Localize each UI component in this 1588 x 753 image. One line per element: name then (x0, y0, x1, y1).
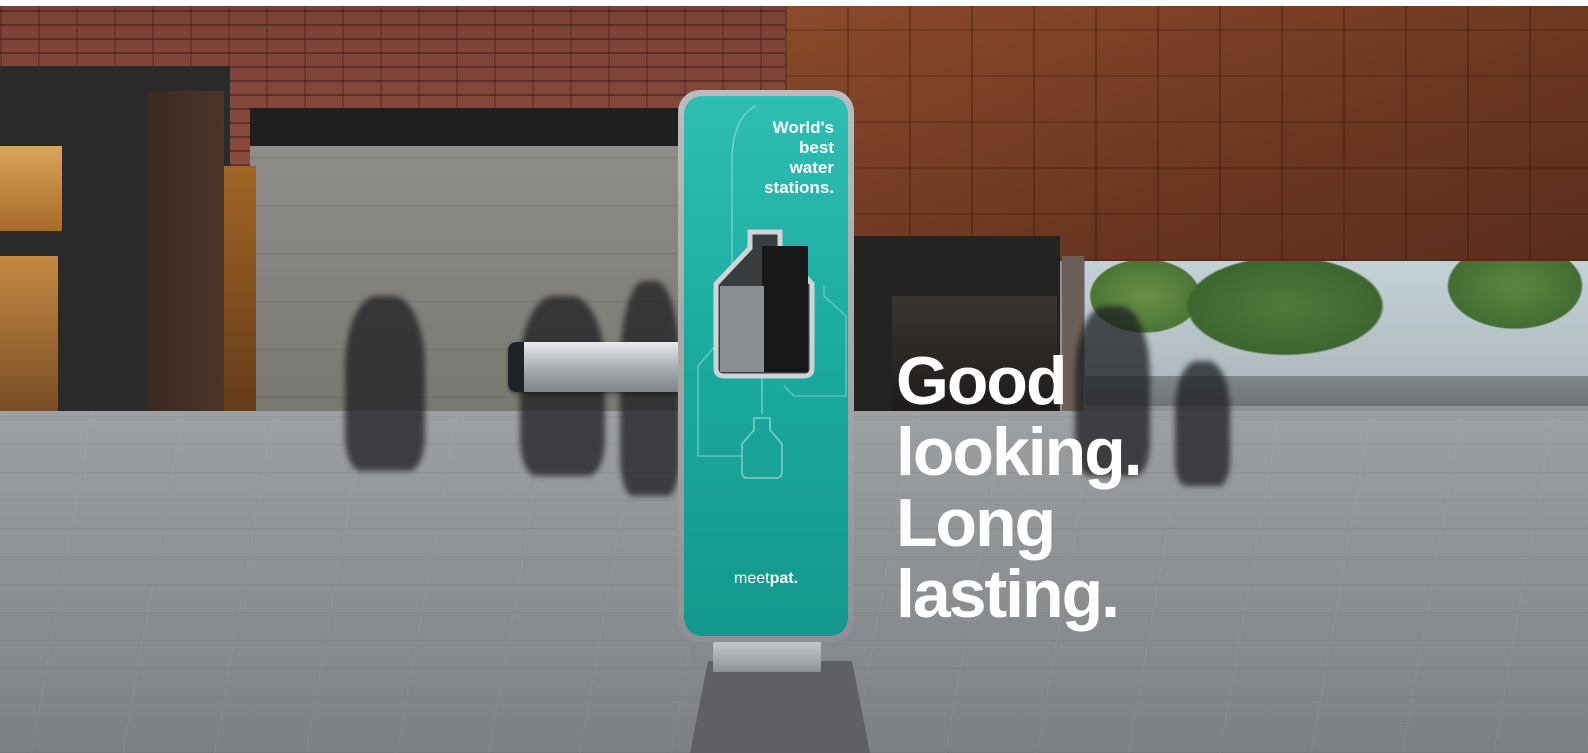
lit-window (0, 146, 62, 231)
blurred-pedestrian (345, 296, 425, 471)
blurred-pedestrian (1175, 361, 1230, 486)
water-station: World's best water stations. meetpat. (684, 96, 848, 636)
station-title: World's best water stations. (764, 118, 834, 197)
awning (250, 108, 690, 148)
station-stand (713, 642, 821, 672)
headline-line-3: Long (896, 485, 1056, 561)
logo-text-pat: pat. (769, 570, 799, 587)
meetpat-logo: meetpat. (684, 570, 848, 588)
logo-text-meet: meet (733, 570, 770, 587)
station-base-slab (690, 661, 870, 753)
wood-column (148, 91, 224, 456)
headline-line-1: Good (896, 343, 1068, 419)
bottle-filler-arm (508, 342, 686, 392)
headline-line-2: looking. (896, 414, 1143, 490)
headline: Good looking. Long lasting. (896, 343, 1143, 632)
street (1085, 376, 1588, 406)
corten-canopy (785, 6, 1588, 261)
spout-tip (508, 342, 524, 392)
headline-line-4: lasting. (896, 556, 1120, 632)
